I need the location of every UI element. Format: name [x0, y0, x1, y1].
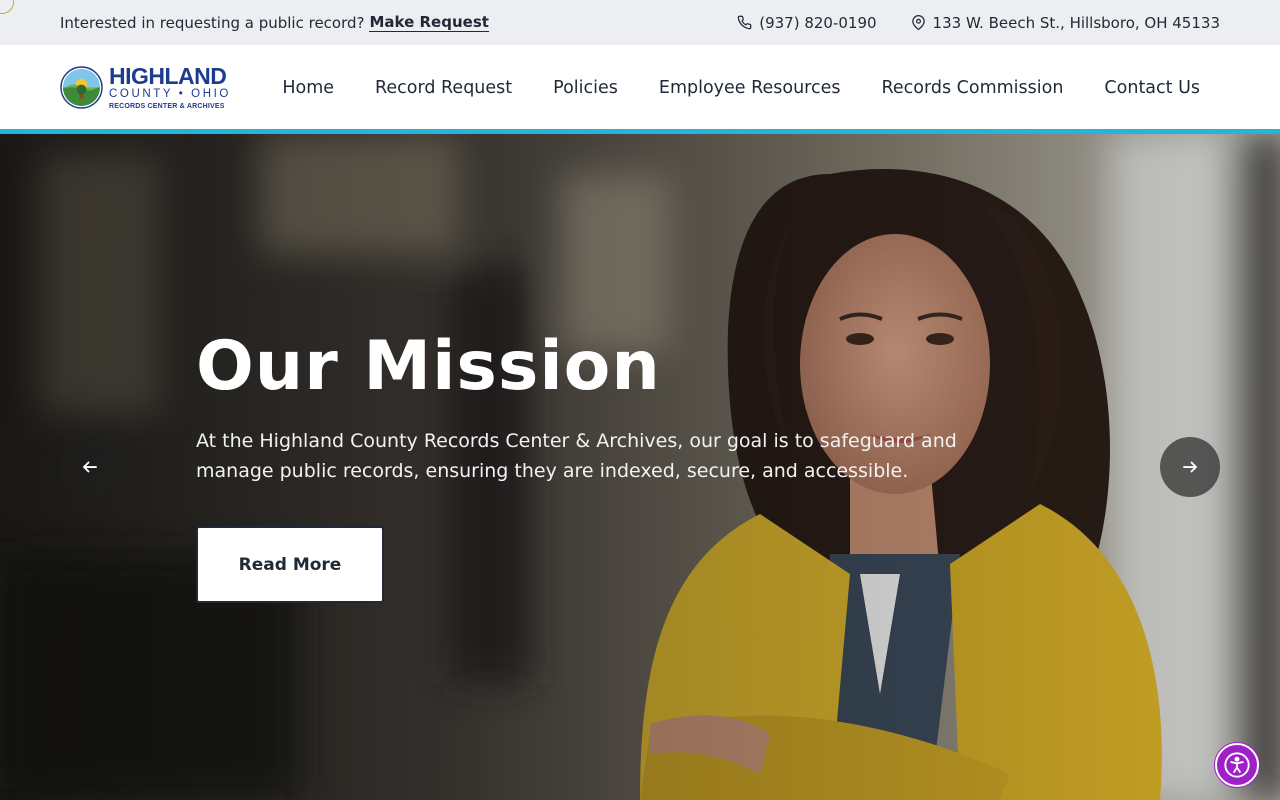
read-more-button[interactable]: Read More	[196, 526, 384, 603]
nav-employee-resources[interactable]: Employee Resources	[638, 78, 861, 98]
address-info[interactable]: 133 W. Beech St., Hillsboro, OH 45133	[911, 14, 1220, 32]
logo-line1: HIGHLAND	[109, 63, 227, 90]
main-nav: Home Record Request Policies Employee Re…	[262, 78, 1220, 98]
county-seal-icon	[60, 66, 103, 109]
request-prompt: Interested in requesting a public record…	[60, 13, 489, 32]
contact-info: (937) 820-0190 133 W. Beech St., Hillsbo…	[737, 14, 1220, 32]
logo-line2: COUNTY • OHIO	[109, 88, 231, 101]
map-pin-icon	[911, 15, 925, 30]
slider-prev-button[interactable]	[60, 437, 120, 497]
arrow-left-icon	[83, 461, 97, 473]
nav-policies[interactable]: Policies	[533, 78, 639, 98]
phone-icon	[737, 15, 752, 30]
make-request-link[interactable]: Make Request	[369, 13, 489, 32]
site-logo[interactable]: HIGHLAND COUNTY • OHIO RECORDS CENTER & …	[60, 65, 262, 110]
accessibility-button[interactable]	[1215, 743, 1259, 787]
logo-text: HIGHLAND COUNTY • OHIO RECORDS CENTER & …	[109, 65, 231, 110]
nav-records-commission[interactable]: Records Commission	[861, 78, 1084, 98]
corner-decoration	[0, 0, 14, 14]
phone-info[interactable]: (937) 820-0190	[737, 13, 877, 32]
nav-record-request[interactable]: Record Request	[355, 78, 533, 98]
nav-contact-us[interactable]: Contact Us	[1084, 78, 1220, 98]
slider-next-button[interactable]	[1160, 437, 1220, 497]
nav-home[interactable]: Home	[262, 78, 355, 98]
top-info-bar: Interested in requesting a public record…	[0, 0, 1280, 45]
accessibility-icon	[1224, 752, 1250, 778]
logo-line3: RECORDS CENTER & ARCHIVES	[109, 102, 225, 110]
hero-description: At the Highland County Records Center & …	[196, 430, 957, 482]
arrow-right-icon	[1183, 461, 1197, 473]
hero-slider: Our Mission At the Highland County Recor…	[0, 134, 1280, 800]
address-text: 133 W. Beech St., Hillsboro, OH 45133	[932, 13, 1220, 32]
request-prompt-text: Interested in requesting a public record…	[60, 13, 365, 32]
site-header: HIGHLAND COUNTY • OHIO RECORDS CENTER & …	[0, 45, 1280, 130]
phone-number: (937) 820-0190	[759, 13, 877, 32]
hero-title: Our Mission	[196, 327, 661, 406]
